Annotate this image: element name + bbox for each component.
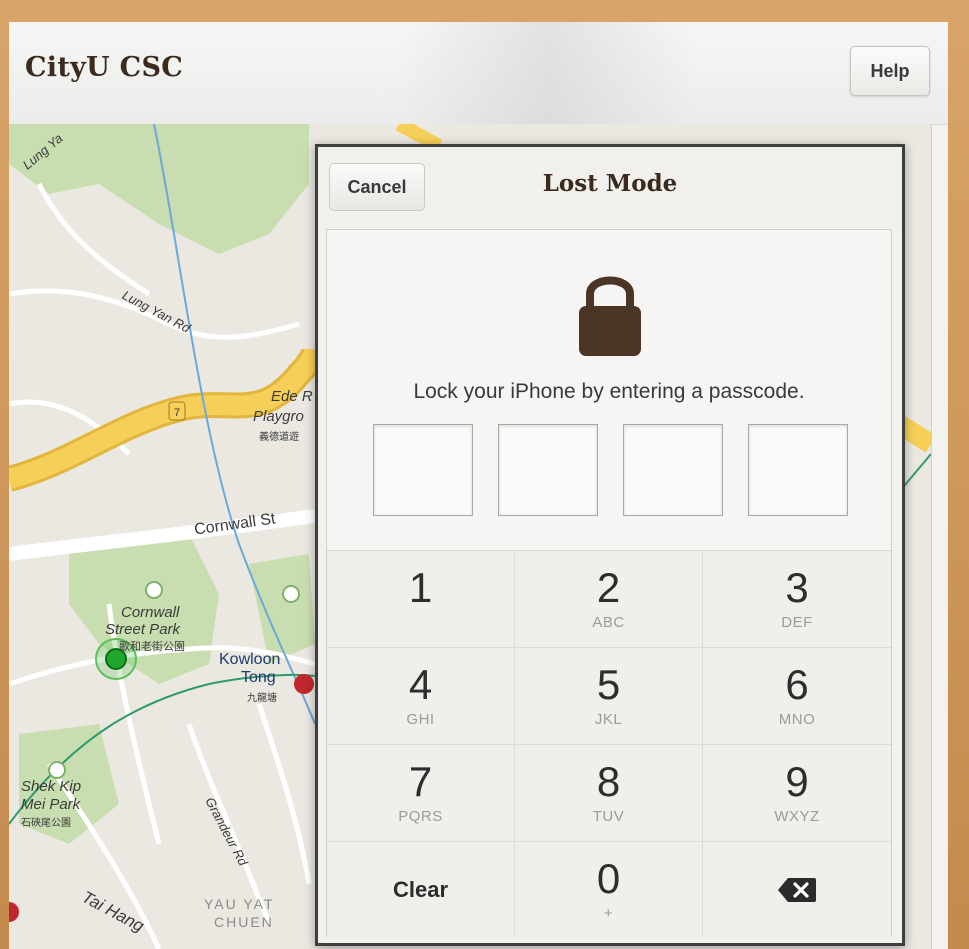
map-label: Ede R [271, 388, 313, 405]
key-digit: 3 [785, 564, 809, 611]
key-0[interactable]: 0 + [515, 842, 703, 937]
key-digit: 2 [596, 564, 621, 611]
key-7[interactable]: 7 PQRS [327, 745, 515, 842]
mtr-station-icon [294, 674, 314, 694]
key-digit: 6 [785, 661, 809, 708]
key-9[interactable]: 9 WXYZ [703, 745, 891, 842]
key-4[interactable]: 4 GHI [327, 648, 515, 745]
backspace-icon [778, 877, 816, 902]
key-3[interactable]: 3 DEF [703, 551, 891, 648]
passcode-digit-1[interactable] [373, 424, 473, 516]
key-digit: 1 [408, 564, 433, 611]
mtr-station-icon [9, 902, 19, 922]
key-letters: MNO [778, 711, 816, 728]
highway-segment [395, 124, 443, 153]
key-letters: TUV [592, 808, 625, 825]
key-letters: ABC [592, 614, 625, 631]
key-digit: 5 [596, 661, 621, 708]
key-letters: WXYZ [774, 808, 820, 825]
key-1[interactable]: 1 [327, 551, 515, 648]
map-label: Street Park [105, 621, 181, 638]
lost-mode-dialog: Cancel Lost Mode Lock your iPhone by ent… [315, 144, 905, 946]
passcode-digit-3[interactable] [623, 424, 723, 516]
help-button[interactable]: Help [850, 46, 930, 96]
park-marker-icon [145, 581, 163, 599]
top-bar: CityU CSC Help [9, 22, 948, 125]
park-marker-icon [282, 585, 300, 603]
map-label: Playgro [253, 408, 304, 425]
clear-label: Clear [392, 876, 449, 902]
keypad: 1 2 ABC 3 DEF 4 GHI 5 JKL 6 MNO 7 PQRS 8… [327, 550, 891, 937]
map-label: Tong [241, 669, 276, 686]
key-digit: 4 [408, 661, 433, 708]
map-label: 石硤尾公園 [21, 818, 71, 829]
map-label: Cornwall [121, 604, 180, 621]
key-letters: JKL [594, 711, 623, 728]
key-letters: DEF [781, 614, 813, 631]
app-window: CityU CSC Help 7 Lung Ya Lung Yan Rd Ede… [9, 22, 948, 949]
key-2[interactable]: 2 ABC [515, 551, 703, 648]
key-letters: GHI [406, 711, 435, 728]
key-5[interactable]: 5 JKL [515, 648, 703, 745]
key-digit: 7 [408, 758, 433, 805]
clear-button[interactable]: Clear [327, 842, 515, 937]
key-digit: 9 [785, 758, 809, 805]
app-title: CityU CSC [25, 52, 184, 83]
key-8[interactable]: 8 TUV [515, 745, 703, 842]
key-letters: PQRS [398, 808, 443, 825]
park-marker-icon [48, 761, 66, 779]
map-label: YAU YAT [204, 896, 275, 912]
map-label: 九龍塘 [247, 693, 277, 704]
passcode-instruction: Lock your iPhone by entering a passcode. [413, 380, 805, 403]
passcode-digit-2[interactable] [498, 424, 598, 516]
map-label: 歌和老街公園 [119, 641, 185, 653]
map-label: 義德道遊 [259, 432, 299, 443]
map-label: Shek Kip [21, 778, 82, 795]
lock-icon [579, 276, 641, 356]
top-bar-glare [399, 22, 699, 124]
passcode-digit-4[interactable] [748, 424, 848, 516]
key-digit: 0 [596, 854, 621, 902]
map-label: Mei Park [21, 796, 81, 813]
map-label: CHUEN [214, 914, 274, 930]
dialog-header: Cancel Lost Mode [318, 147, 902, 225]
delete-button[interactable] [703, 842, 891, 937]
map-label: Kowloon [219, 651, 281, 668]
dialog-title: Lost Mode [542, 170, 678, 197]
passcode-panel: Lock your iPhone by entering a passcode.… [326, 229, 892, 937]
key-letters: + [603, 904, 614, 922]
route-number: 7 [174, 407, 180, 419]
key-6[interactable]: 6 MNO [703, 648, 891, 745]
key-digit: 8 [596, 758, 621, 805]
